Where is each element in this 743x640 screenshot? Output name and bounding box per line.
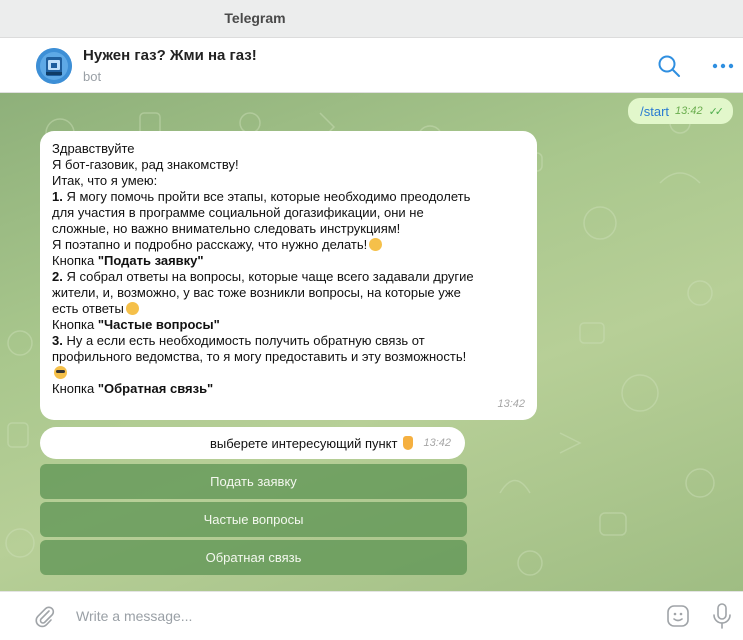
sunglasses-emoji-icon [54,366,67,379]
message-line: профильного ведомства, то я могу предост… [52,349,467,364]
message-line: Кнопка "Подать заявку" [52,253,204,268]
message-line: Кнопка "Частые вопросы" [52,317,220,332]
bot-logo-icon [36,48,72,84]
keyboard-button-submit-application[interactable]: Подать заявку [40,464,467,499]
list-number: 1. [52,189,63,204]
message-line: 1. Я могу помочь пройти все этапы, котор… [52,189,471,204]
prompt-message[interactable]: выберете интересующий пункт 13:42 [40,427,465,459]
outgoing-command[interactable]: /start [640,104,669,119]
chat-header[interactable]: Нужен газ? Жми на газ! bot [0,38,743,93]
chat-area[interactable]: /start 13:42 ✓✓ Здравствуйте Я бот-газов… [0,93,743,591]
keyboard-button-faq[interactable]: Частые вопросы [40,502,467,537]
avatar[interactable] [36,48,72,84]
microphone-icon[interactable] [711,602,733,630]
button-name: "Обратная связь" [97,381,214,396]
message-line: Кнопка "Обратная связь" [52,381,214,396]
wink-emoji-icon [369,238,383,251]
attach-icon[interactable] [32,604,56,628]
message-line: Итак, что я умею: [52,173,158,188]
message-line: есть ответы [52,301,525,317]
search-icon[interactable] [656,53,682,79]
outgoing-message[interactable]: /start 13:42 ✓✓ [628,98,733,124]
list-number: 2. [52,269,63,284]
message-line: Я бот-газовик, рад знакомству! [52,157,239,172]
button-name: "Частые вопросы" [97,317,220,332]
pointing-down-emoji-icon [403,436,414,450]
message-line: сложные, но важно внимательно следовать … [52,221,401,236]
message-line [52,365,525,381]
message-line: 2. Я собрал ответы на вопросы, которые ч… [52,269,474,284]
message-time: 13:42 [675,105,703,117]
read-checks-icon: ✓✓ [708,105,725,118]
message-line: для участия в программе социальной догаз… [52,205,424,220]
list-number: 3. [52,333,63,348]
incoming-message[interactable]: Здравствуйте Я бот-газовик, рад знакомст… [40,131,537,420]
window-title: Telegram [224,10,286,26]
message-time: 13:42 [423,437,451,449]
emoji-sticker-icon[interactable] [665,603,691,629]
message-composer [0,591,743,640]
message-input[interactable] [74,603,638,629]
smile-emoji-icon [125,302,139,315]
chat-title[interactable]: Нужен газ? Жми на газ! [83,47,257,64]
message-line: Я поэтапно и подробно расскажу, что нужн… [52,237,525,253]
message-time: 13:42 [497,398,525,410]
message-line: 3. Ну а если есть необходимость получить… [52,333,425,348]
message-line: жители, и, возможно, у вас тоже возникли… [52,285,461,300]
message-line: Здравствуйте [52,141,135,156]
chat-subtitle: bot [83,69,102,84]
window-titlebar: Telegram [0,0,743,38]
prompt-text: выберете интересующий пункт [209,435,398,451]
keyboard-button-feedback[interactable]: Обратная связь [40,540,467,575]
more-icon[interactable] [710,53,736,79]
button-name: "Подать заявку" [97,253,204,268]
